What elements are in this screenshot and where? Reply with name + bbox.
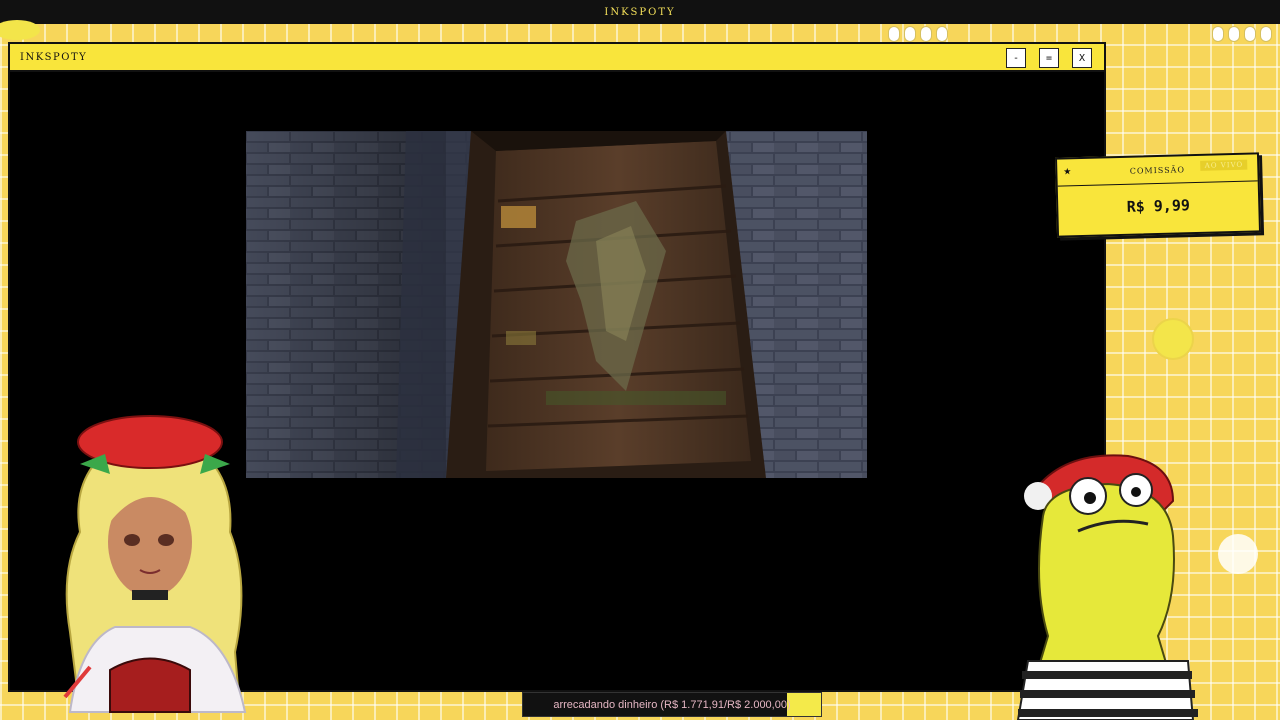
- mascot-avatar: [1008, 446, 1208, 720]
- streamer-avatar-illustration: [63, 415, 247, 713]
- decorative-pills: [1212, 26, 1272, 42]
- decorative-circle: [1152, 318, 1194, 360]
- window-title: INKSPOTY: [20, 51, 88, 63]
- donation-goal-bar: arrecadando dinheiro (R$ 1.771,91/R$ 2.0…: [522, 692, 822, 717]
- app-title: INKSPOTY: [604, 6, 676, 18]
- mascot-avatar-illustration: [1016, 454, 1198, 720]
- maximize-button[interactable]: =: [1039, 48, 1059, 68]
- commission-price: R$ 9,99: [1126, 196, 1191, 216]
- live-badge: AO VIVO: [1200, 159, 1248, 171]
- minimize-button[interactable]: -: [1006, 48, 1026, 68]
- goal-text: arrecadando dinheiro (R$ 1.771,91/R$ 2.0…: [553, 698, 791, 711]
- decorative-circle: [1218, 534, 1258, 574]
- decorative-pills: [888, 26, 948, 42]
- close-button[interactable]: X: [1072, 48, 1092, 68]
- app-top-bar: INKSPOTY: [0, 0, 1280, 24]
- streamer-avatar: [40, 412, 260, 720]
- window-titlebar[interactable]: INKSPOTY - = X: [10, 44, 1104, 72]
- decorative-circle: [0, 20, 40, 40]
- commission-card: ★ COMISSÃO AO VIVO R$ 9,99: [1054, 152, 1262, 238]
- game-scene-image: [246, 131, 867, 478]
- window-controls: - = X: [1006, 48, 1092, 68]
- game-capture: [246, 131, 867, 478]
